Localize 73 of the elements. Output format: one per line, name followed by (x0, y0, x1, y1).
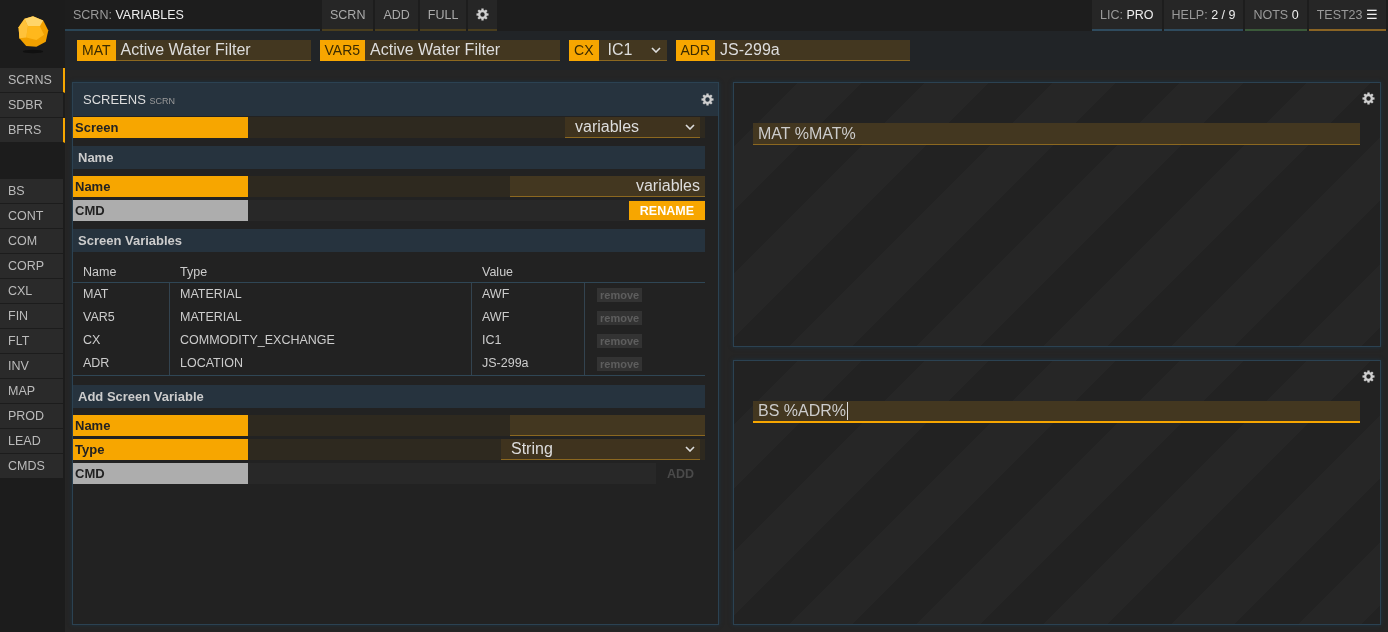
select-field[interactable]: IC1 (598, 40, 667, 61)
sidebar-item[interactable]: SDBR (0, 93, 65, 118)
table-cell: COMMODITY_EXCHANGE (170, 329, 472, 352)
column-header: Name (73, 261, 170, 283)
sidebar-item[interactable]: SCRNS (0, 68, 65, 93)
table-cell: AWF (472, 306, 585, 329)
panel-title: SCREENS SCRN (83, 92, 175, 107)
select-field[interactable]: String (501, 439, 700, 460)
field-label: Screen (73, 117, 248, 138)
sidebar-item[interactable]: FLT (0, 329, 65, 354)
input-field[interactable]: Active Water Filter (115, 40, 311, 61)
table-cell: MATERIAL (170, 306, 472, 329)
caret-icon (685, 446, 695, 452)
table-cell: MAT (73, 283, 170, 306)
sidebar-item[interactable]: BFRS (0, 118, 65, 143)
table-cell: VAR5 (73, 306, 170, 329)
table-cell: AWF (472, 283, 585, 306)
status-button[interactable]: LIC: PRO (1092, 0, 1162, 31)
command-input[interactable]: BS %ADR% (753, 401, 1360, 423)
table-cell: MATERIAL (170, 283, 472, 306)
column-header: Value (472, 261, 585, 283)
table-cell: CX (73, 329, 170, 352)
field-label: Type (73, 439, 248, 460)
settings-icon (476, 8, 490, 21)
sidebar-item[interactable]: CMDS (0, 454, 65, 479)
sidebar-item[interactable]: CXL (0, 279, 65, 304)
settings-icon (1362, 92, 1375, 105)
column-header: Type (170, 261, 472, 283)
sidebar-item[interactable]: FIN (0, 304, 65, 329)
settings-button[interactable] (701, 93, 714, 106)
section-header: Name (73, 146, 705, 169)
settings-button[interactable] (1362, 370, 1375, 383)
status-button[interactable]: HELP: 2 / 9 (1163, 0, 1244, 31)
settings-icon (701, 93, 714, 106)
toolbar-button[interactable]: FULL (419, 0, 467, 31)
toolbar-button[interactable]: ADD (375, 0, 418, 31)
field-label: Name (73, 176, 248, 197)
caret-icon (685, 124, 695, 130)
toolbar-button[interactable]: SCRN (322, 0, 374, 31)
sidebar-item[interactable]: LEAD (0, 429, 65, 454)
select-field[interactable]: variables (565, 117, 700, 138)
input-field[interactable]: JS-299a (715, 40, 911, 61)
field-label: CMD (73, 200, 248, 221)
table-cell: JS-299a (472, 352, 585, 375)
status-button[interactable]: TEST23 ☰ (1308, 0, 1386, 31)
input-field[interactable] (510, 415, 705, 436)
field-label: Name (73, 415, 248, 436)
section-header: Add Screen Variable (73, 385, 705, 408)
field-label: CX (569, 40, 599, 61)
sidebar-item[interactable]: CORP (0, 254, 65, 279)
caret-icon (650, 47, 661, 53)
sidebar-item[interactable]: MAP (0, 379, 65, 404)
table-cell: IC1 (472, 329, 585, 352)
input-field[interactable]: variables (510, 176, 705, 197)
settings-icon (1362, 370, 1375, 383)
field-label: VAR5 (319, 40, 366, 61)
sidebar-item[interactable]: BS (0, 179, 65, 204)
sidebar-item[interactable]: INV (0, 354, 65, 379)
field-label: ADR (675, 40, 716, 61)
field-label: CMD (73, 463, 248, 484)
table-cell: ADR (73, 352, 170, 375)
settings-button[interactable] (468, 0, 498, 31)
text-cursor-icon (847, 402, 849, 420)
field-label: MAT (77, 40, 116, 61)
command-input[interactable]: MAT %MAT% (753, 123, 1360, 145)
settings-button[interactable] (1362, 92, 1375, 105)
sidebar-item[interactable]: CONT (0, 204, 65, 229)
section-header: Screen Variables (73, 229, 705, 252)
sidebar-item[interactable]: COM (0, 229, 65, 254)
input-field[interactable]: Active Water Filter (365, 40, 561, 61)
table-cell: LOCATION (170, 352, 472, 375)
sidebar-item[interactable]: PROD (0, 404, 65, 429)
status-button[interactable]: NOTS 0 (1245, 0, 1307, 31)
